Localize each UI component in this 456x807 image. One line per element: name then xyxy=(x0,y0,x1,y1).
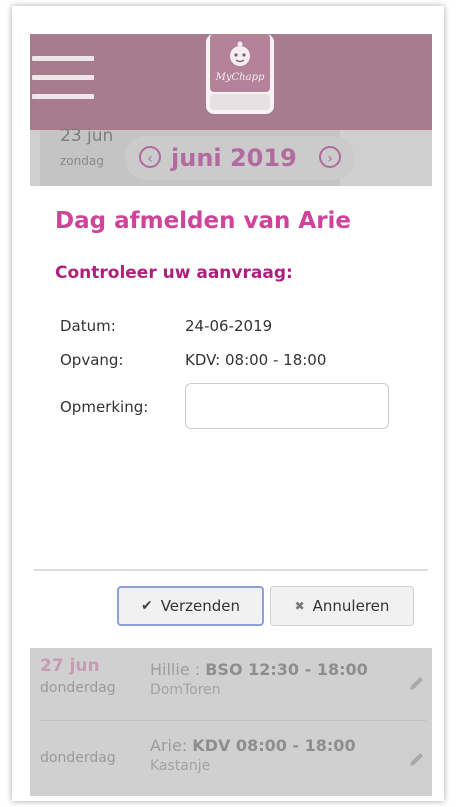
list-item-booking: Arie: KDV 08:00 - 18:00 xyxy=(150,736,356,755)
next-month-icon[interactable]: › xyxy=(319,146,341,168)
pencil-icon[interactable] xyxy=(408,674,426,692)
month-selector: ‹ juni 2019 › xyxy=(125,136,355,180)
send-button[interactable]: ✔ Verzenden xyxy=(117,586,264,626)
logo-text: MyChapp xyxy=(215,72,265,83)
care-value: KDV: 08:00 - 18:00 xyxy=(185,351,327,369)
list-divider xyxy=(40,720,426,721)
dialog-title: Dag afmelden van Arie xyxy=(55,208,352,234)
previous-month-icon[interactable]: ‹ xyxy=(139,146,161,168)
list-item-child: Arie: xyxy=(150,736,188,755)
calendar-header: 23 jun zondag ‹ juni 2019 › xyxy=(30,126,432,186)
send-button-label: Verzenden xyxy=(160,597,241,615)
list-item[interactable]: donderdag Arie: KDV 08:00 - 18:00 Kastan… xyxy=(40,728,432,790)
list-item-location: Kastanje xyxy=(150,758,211,774)
pencil-icon[interactable] xyxy=(408,750,426,768)
remark-input[interactable] xyxy=(185,383,389,429)
menu-icon[interactable] xyxy=(32,56,94,100)
list-item-slot: KDV 08:00 - 18:00 xyxy=(192,736,356,755)
list-item-location: DomToren xyxy=(150,682,221,698)
cancel-button-label: Annuleren xyxy=(312,597,390,615)
list-item-weekday: donderdag xyxy=(40,750,116,766)
list-item-slot: BSO 12:30 - 18:00 xyxy=(205,660,368,679)
remark-label: Opmerking: xyxy=(60,398,149,416)
list-item-weekday: donderdag xyxy=(40,680,116,696)
list-item-child: Hillie : xyxy=(150,660,201,679)
schedule-list: 27 jun donderdag Hillie : BSO 12:30 - 18… xyxy=(30,648,432,796)
current-date: 23 jun xyxy=(60,126,114,146)
care-label: Opvang: xyxy=(60,351,124,369)
cancel-button[interactable]: ✖ Annuleren xyxy=(270,586,414,626)
month-label: juni 2019 xyxy=(171,144,297,172)
app-bar: MyChapp xyxy=(30,34,432,130)
list-item-booking: Hillie : BSO 12:30 - 18:00 xyxy=(150,660,368,679)
mychapp-logo: MyChapp xyxy=(202,34,278,118)
checkmark-icon: ✔ xyxy=(140,598,153,614)
dialog-subtitle: Controleer uw aanvraag: xyxy=(55,263,293,283)
close-icon: ✖ xyxy=(294,599,305,613)
dialog-divider xyxy=(34,569,428,571)
cancel-day-dialog: Dag afmelden van Arie Controleer uw aanv… xyxy=(30,186,432,648)
phone-screen: MyChapp 23 jun zondag ‹ juni 2019 › Dag … xyxy=(30,34,432,796)
date-value: 24-06-2019 xyxy=(185,317,273,335)
app-frame: MyChapp 23 jun zondag ‹ juni 2019 › Dag … xyxy=(12,6,444,801)
date-label: Datum: xyxy=(60,317,116,335)
list-item[interactable]: 27 jun donderdag Hillie : BSO 12:30 - 18… xyxy=(40,652,432,714)
list-item-date: 27 jun xyxy=(40,656,100,676)
current-weekday: zondag xyxy=(60,154,104,168)
